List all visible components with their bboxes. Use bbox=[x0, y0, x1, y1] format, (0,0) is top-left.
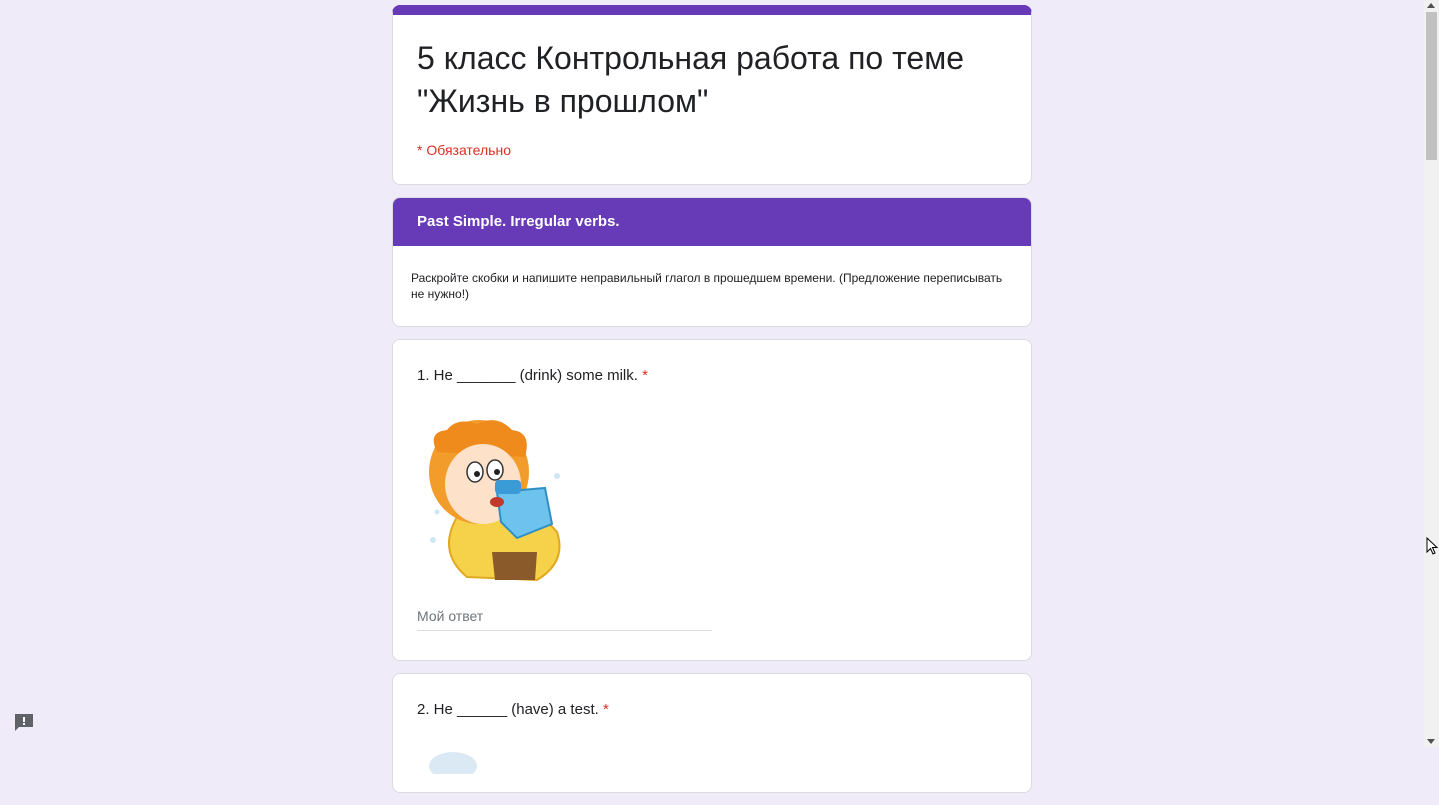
required-asterisk: * bbox=[602, 701, 609, 718]
question-card-2: 2. He ______ (have) a test. * bbox=[392, 673, 1032, 793]
form-container: 5 класс Контрольная работа по теме "Жизн… bbox=[392, 5, 1032, 805]
page-scrollbar[interactable] bbox=[1424, 0, 1439, 747]
scroll-thumb[interactable] bbox=[1426, 12, 1437, 160]
question-text: 1. He _______ (drink) some milk. bbox=[417, 367, 638, 384]
question-image bbox=[417, 412, 577, 584]
mouse-pointer-icon bbox=[1426, 536, 1439, 560]
boy-drinking-milk-illustration bbox=[429, 420, 561, 582]
scroll-up-arrow-icon[interactable] bbox=[1427, 3, 1435, 8]
question-title: 2. He ______ (have) a test. * bbox=[417, 701, 1007, 718]
answer-input[interactable] bbox=[417, 608, 712, 631]
form-title: 5 класс Контрольная работа по теме "Жизн… bbox=[417, 40, 964, 119]
required-note: * Обязательно bbox=[417, 142, 511, 158]
section-card: Past Simple. Irregular verbs. Раскройте … bbox=[392, 197, 1032, 327]
question-image bbox=[429, 752, 477, 780]
report-feedback-icon[interactable] bbox=[13, 712, 35, 732]
scroll-down-arrow-icon[interactable] bbox=[1427, 739, 1435, 744]
section-header: Past Simple. Irregular verbs. bbox=[393, 198, 1031, 246]
form-header-card: 5 класс Контрольная работа по теме "Жизн… bbox=[392, 5, 1032, 185]
question-card-1: 1. He _______ (drink) some milk. * bbox=[392, 339, 1032, 661]
report-feedback-icon-glyph bbox=[15, 714, 33, 731]
question-text: 2. He ______ (have) a test. bbox=[417, 701, 599, 718]
required-asterisk: * bbox=[642, 367, 648, 384]
section-description: Раскройте скобки и напишите неправильный… bbox=[411, 271, 1003, 301]
question-title: 1. He _______ (drink) some milk. * bbox=[417, 367, 1007, 384]
